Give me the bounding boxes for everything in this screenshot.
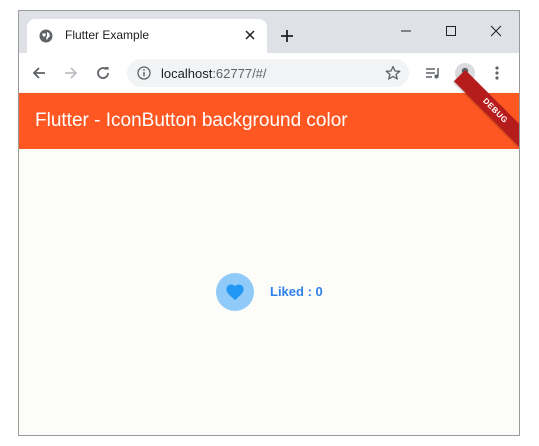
more-menu-icon[interactable] <box>489 65 505 81</box>
app-bar-title: Flutter - IconButton background color <box>35 110 348 131</box>
close-window-icon[interactable] <box>489 24 503 38</box>
like-icon-button[interactable] <box>216 273 254 311</box>
heart-icon <box>226 284 244 301</box>
tab-title: Flutter Example <box>65 28 150 42</box>
browser-tab[interactable]: Flutter Example <box>27 19 267 53</box>
forward-arrow-icon[interactable] <box>63 65 79 81</box>
info-icon[interactable] <box>137 66 151 80</box>
url-text: localhost:62777/#/ <box>161 66 267 81</box>
maximize-icon[interactable] <box>444 24 458 38</box>
app-bar: Flutter - IconButton background color DE… <box>19 69 519 153</box>
browser-window: Flutter Example localhost:62777/#/ Flutt… <box>18 10 520 436</box>
minimize-icon[interactable] <box>399 24 413 38</box>
globe-icon <box>39 29 53 43</box>
address-bar[interactable]: localhost:62777/#/ <box>127 59 409 87</box>
like-count-text: Liked : 0 <box>270 284 323 299</box>
reload-icon[interactable] <box>95 65 111 81</box>
close-tab-icon[interactable] <box>243 28 257 42</box>
title-bar: Flutter Example <box>19 11 519 53</box>
browser-toolbar: localhost:62777/#/ <box>19 53 519 93</box>
new-tab-icon[interactable] <box>279 28 295 44</box>
bookmark-star-icon[interactable] <box>385 65 401 81</box>
back-arrow-icon[interactable] <box>31 65 47 81</box>
url-path: :62777/#/ <box>212 66 267 81</box>
app-body: Liked : 0 <box>19 149 519 435</box>
url-host: localhost <box>161 66 213 81</box>
media-queue-icon[interactable] <box>425 65 441 81</box>
